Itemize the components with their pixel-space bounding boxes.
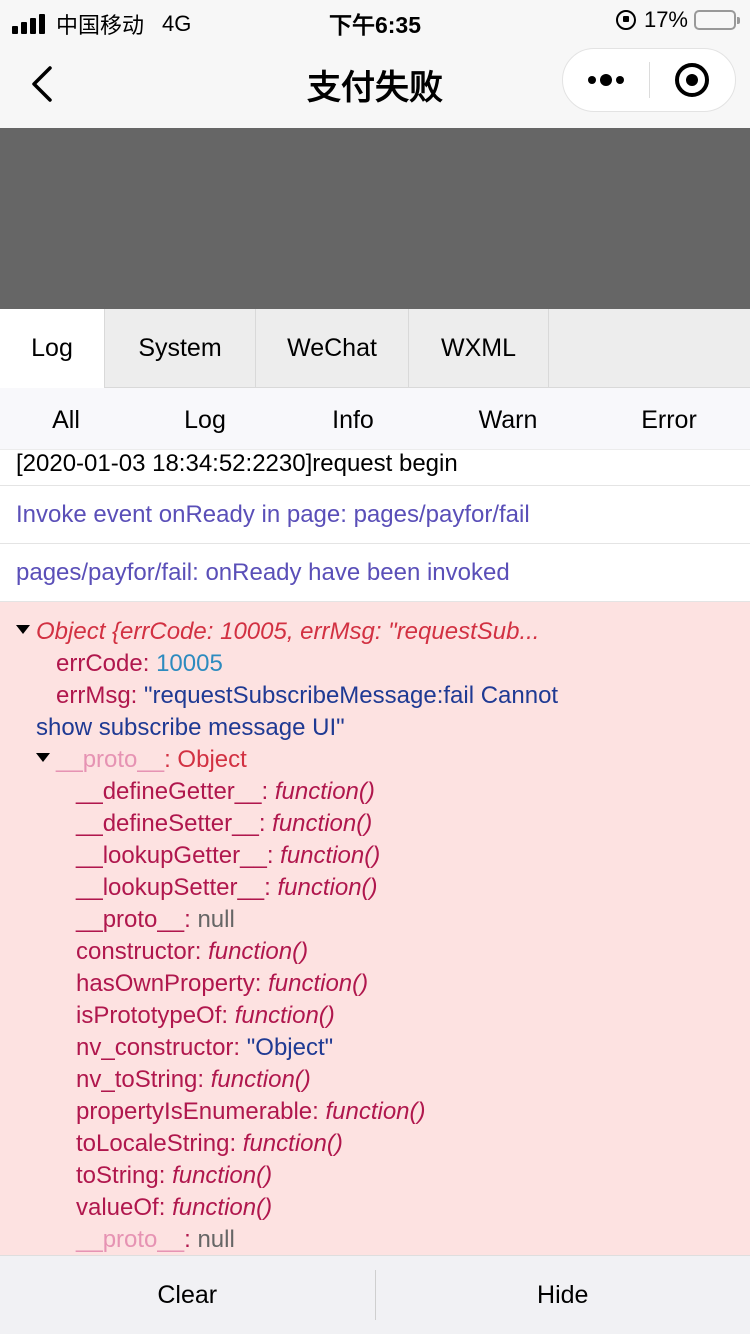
proto-member-row: __proto__: null <box>76 1226 235 1253</box>
prop-key: __defineSetter__ <box>76 810 259 837</box>
status-bar: 中国移动 4G 下午6:35 17% <box>0 0 750 40</box>
prop-value: function() <box>280 842 381 869</box>
prop-value: function() <box>325 1098 426 1125</box>
status-bar-right: 17% <box>615 7 740 33</box>
filter-log[interactable]: Log <box>132 388 278 449</box>
clear-button[interactable]: Clear <box>0 1256 375 1334</box>
proto-node[interactable]: __proto__: Object <box>36 744 247 776</box>
tab-system[interactable]: System <box>105 309 256 388</box>
prop-value: function() <box>172 1194 273 1221</box>
proto-member-row: __defineGetter__: function() <box>76 778 375 805</box>
filter-info[interactable]: Info <box>278 388 428 449</box>
prop-key: toString <box>76 1162 159 1189</box>
more-dots-icon <box>586 74 626 86</box>
prop-value: function() <box>268 970 369 997</box>
prop-key: __proto__ <box>76 1226 185 1253</box>
prop-key: errMsg <box>56 682 131 709</box>
prop-key: __proto__ <box>76 906 185 933</box>
vconsole-bottom-bar: Clear Hide <box>0 1255 750 1334</box>
prop-value: null <box>197 906 235 933</box>
prop-errcode: errCode: 10005 <box>56 650 223 677</box>
prop-value: : Object <box>164 746 247 773</box>
proto-member-row: propertyIsEnumerable: function() <box>76 1098 426 1125</box>
prop-value: "requestSubscribeMessage:fail Cannot <box>144 682 559 709</box>
proto-member-row: isPrototypeOf: function() <box>76 1002 335 1029</box>
more-button[interactable] <box>563 49 649 111</box>
filter-warn[interactable]: Warn <box>428 388 588 449</box>
prop-value: function() <box>242 1130 343 1157</box>
proto-member-row: nv_constructor: "Object" <box>76 1034 334 1061</box>
prop-key: hasOwnProperty <box>76 970 255 997</box>
tab-wechat[interactable]: WeChat <box>256 309 409 388</box>
error-object-header[interactable]: Object {errCode: 10005, errMsg: "request… <box>16 616 539 648</box>
proto-member-row: constructor: function() <box>76 938 309 965</box>
prop-key: __lookupSetter__ <box>76 874 265 901</box>
expand-arrow-icon <box>36 753 50 763</box>
proto-member-row: __lookupGetter__: function() <box>76 842 381 869</box>
close-mini-program-button[interactable] <box>650 49 736 111</box>
prop-key: isPrototypeOf <box>76 1002 222 1029</box>
mini-program-capsule <box>562 48 736 112</box>
log-entry-onready-invoked: pages/payfor/fail: onReady have been inv… <box>0 544 750 602</box>
prop-key: valueOf <box>76 1194 159 1221</box>
prop-value: "Object" <box>246 1034 334 1061</box>
log-list[interactable]: [2020-01-03 18:34:52:2230]request begin … <box>0 450 750 1255</box>
prop-value: function() <box>210 1066 311 1093</box>
prop-key: __proto__ <box>56 746 165 773</box>
prop-value: function() <box>234 1002 335 1029</box>
prop-key: nv_toString <box>76 1066 198 1093</box>
prop-key: nv_constructor <box>76 1034 234 1061</box>
prop-value: function() <box>277 874 378 901</box>
prop-key: __defineGetter__ <box>76 778 262 805</box>
error-log-entry: Object {errCode: 10005, errMsg: "request… <box>0 602 750 1255</box>
prop-errmsg: errMsg: "requestSubscribeMessage:fail Ca… <box>56 682 559 709</box>
tab-log[interactable]: Log <box>0 309 105 388</box>
vconsole-tabs: Log System WeChat WXML <box>0 309 750 388</box>
proto-member-row: toLocaleString: function() <box>76 1130 343 1157</box>
prop-key: toLocaleString <box>76 1130 230 1157</box>
object-summary: Object {errCode: 10005, errMsg: "request… <box>36 618 540 645</box>
prop-errmsg-continued: show subscribe message UI" <box>36 712 345 744</box>
filter-error[interactable]: Error <box>588 388 750 449</box>
filter-all[interactable]: All <box>0 388 132 449</box>
prop-key: propertyIsEnumerable <box>76 1098 313 1125</box>
tab-wxml[interactable]: WXML <box>409 309 549 388</box>
target-circle-icon <box>675 63 710 97</box>
prop-key: constructor <box>76 938 195 965</box>
battery-icon <box>694 10 740 30</box>
log-filter-bar: All Log Info Warn Error <box>0 388 750 450</box>
prop-value: show subscribe message UI" <box>36 714 345 741</box>
proto-member-row: hasOwnProperty: function() <box>76 970 369 997</box>
orientation-lock-icon <box>615 10 636 30</box>
proto-member-row: __lookupSetter__: function() <box>76 874 378 901</box>
prop-value: function() <box>274 778 375 805</box>
proto-member-row: nv_toString: function() <box>76 1066 311 1093</box>
log-entry-request-begin: [2020-01-03 18:34:52:2230]request begin <box>0 450 750 486</box>
hide-button[interactable]: Hide <box>376 1256 750 1334</box>
prop-value: 10005 <box>156 650 223 677</box>
proto-member-row: valueOf: function() <box>76 1194 273 1221</box>
prop-key: __lookupGetter__ <box>76 842 267 869</box>
proto-member-row: toString: function() <box>76 1162 273 1189</box>
log-text: Invoke event onReady in page: pages/payf… <box>16 500 530 528</box>
page-overlay[interactable] <box>0 128 750 309</box>
prop-value: function() <box>208 938 309 965</box>
prop-value: function() <box>272 810 373 837</box>
battery-percent: 17% <box>643 7 688 32</box>
expand-arrow-icon <box>16 625 30 635</box>
log-text: [2020-01-03 18:34:52:2230]request begin <box>16 450 458 477</box>
log-text: pages/payfor/fail: onReady have been inv… <box>16 558 510 586</box>
prop-value: null <box>197 1226 235 1253</box>
prop-key: errCode <box>56 650 143 677</box>
nav-bar: 支付失败 <box>0 40 750 128</box>
log-entry-onready-event: Invoke event onReady in page: pages/payf… <box>0 486 750 544</box>
proto-member-row: __defineSetter__: function() <box>76 810 373 837</box>
prop-value: function() <box>172 1162 273 1189</box>
proto-member-row: __proto__: null <box>76 906 235 933</box>
